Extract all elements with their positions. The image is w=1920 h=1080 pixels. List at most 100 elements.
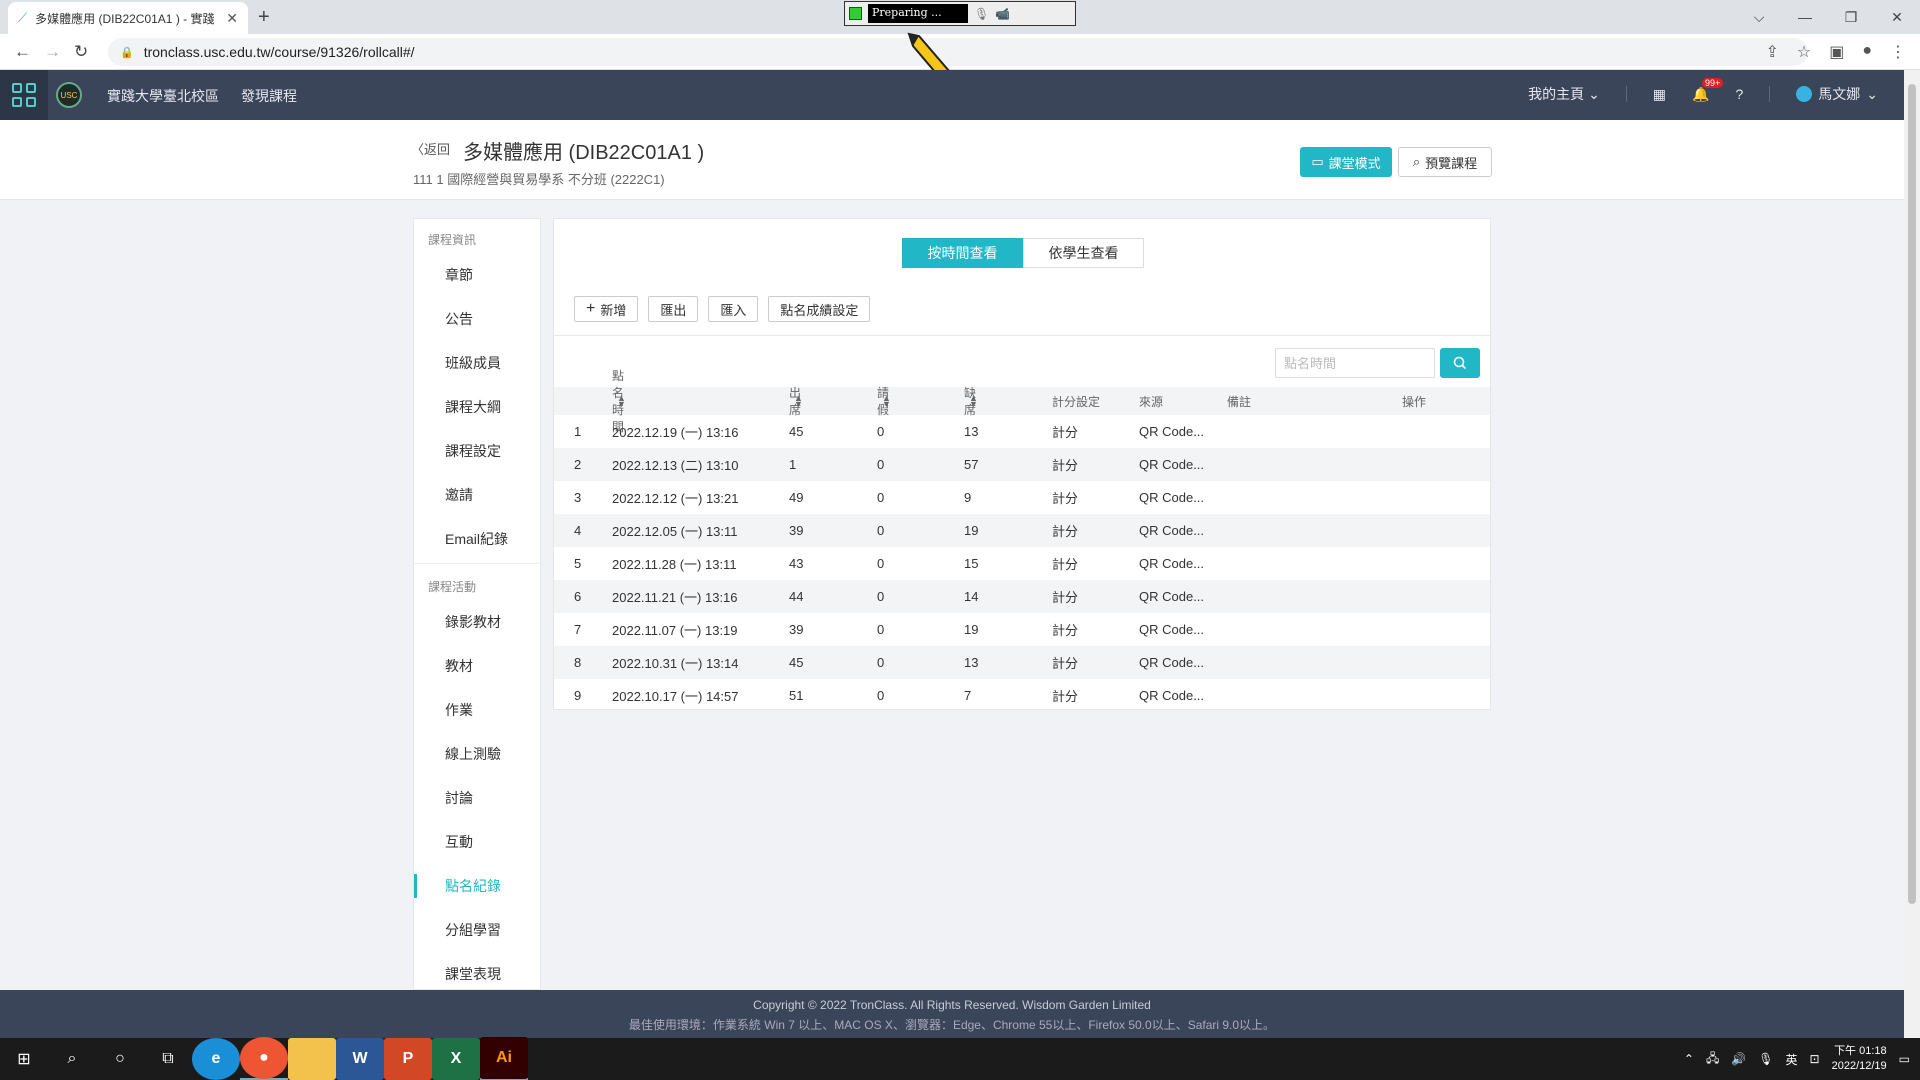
search-icon[interactable]: ⌕	[48, 1038, 96, 1080]
row-leave: 0	[877, 556, 885, 571]
close-window-button[interactable]: ✕	[1874, 0, 1920, 34]
import-button[interactable]: 匯入	[708, 296, 759, 322]
chevron-down-icon: ⌄	[1588, 86, 1600, 102]
export-button[interactable]: 匯出	[648, 296, 699, 322]
microphone-icon[interactable]: 🎙	[1758, 1052, 1773, 1066]
new-tab-button[interactable]: +	[258, 6, 270, 29]
edge-icon[interactable]: e	[192, 1038, 240, 1080]
sidebar-item-chapters[interactable]: 章節	[414, 253, 540, 297]
restore-button[interactable]: ❐	[1828, 0, 1874, 34]
row-absent: 19	[964, 523, 979, 538]
volume-icon[interactable]: 🔊	[1731, 1052, 1746, 1066]
sidebar-item-homework[interactable]: 作業	[414, 688, 540, 732]
table-row[interactable]: 8 2022.10.31 (一) 13:14 45 0 13 計分 QR Code...	[554, 646, 1490, 679]
sidebar-item-online-exam[interactable]: 線上測驗	[414, 732, 540, 776]
system-clock[interactable]: 下午 01:18 2022/12/19	[1832, 1044, 1887, 1074]
notification-center-icon[interactable]: ▭	[1899, 1052, 1910, 1066]
forward-arrow-icon[interactable]: →	[44, 42, 61, 62]
ime-indicator[interactable]: 英	[1786, 1051, 1798, 1068]
tab-by-time[interactable]: 按時間查看	[902, 238, 1023, 268]
profile-icon[interactable]: ●	[1862, 42, 1872, 62]
reload-icon[interactable]: ↻	[74, 42, 88, 62]
score-settings-button[interactable]: 點名成績設定	[768, 296, 871, 322]
windows-start-icon[interactable]: ⊞	[0, 1038, 48, 1080]
browser-tab[interactable]: ⟋ 多媒體應用 (DIB22C01A1 ) - 實踐 ✕	[8, 2, 248, 34]
search-input[interactable]	[1275, 348, 1435, 378]
table-row[interactable]: 9 2022.10.17 (一) 14:57 51 0 7 計分 QR Code...	[554, 679, 1490, 712]
sidebar-item-materials[interactable]: 教材	[414, 644, 540, 688]
nav-campus[interactable]: 實踐大學臺北校區	[107, 86, 219, 106]
microphone-icon[interactable]: 🎙	[974, 7, 989, 21]
camera-icon[interactable]: 📹	[995, 7, 1010, 21]
back-arrow-icon[interactable]: ←	[14, 42, 31, 62]
sidebar-item-videos[interactable]: 錄影教材	[414, 600, 540, 644]
scrollbar-thumb[interactable]	[1908, 84, 1916, 904]
preview-course-button[interactable]: ⌕ 預覽課程	[1398, 147, 1492, 177]
tab-search-icon[interactable]: ⌵	[1736, 0, 1782, 34]
table-row[interactable]: 1 2022.12.19 (一) 13:16 45 0 13 計分 QR Code...	[554, 415, 1490, 448]
school-logo[interactable]: USC	[56, 82, 82, 108]
table-row[interactable]: 5 2022.11.28 (一) 13:11 43 0 15 計分 QR Code...	[554, 547, 1490, 580]
share-icon[interactable]: ⇪	[1765, 42, 1778, 62]
edge-glyph: e	[192, 1038, 240, 1080]
classroom-mode-button[interactable]: ▭ 課堂模式	[1300, 147, 1392, 177]
table-header: 點名時間 ▲ ▼ 出席 ▲ ▼ 請假 ▲ ▼ 缺席 ▲ ▼ 計分設定 來源 備註 操作	[554, 369, 1490, 434]
sidebar-item-email-log[interactable]: Email紀錄	[414, 517, 540, 561]
sidebar-item-performance[interactable]: 課堂表現	[414, 952, 540, 989]
sidebar-item-members[interactable]: 班級成員	[414, 341, 540, 385]
menu-dots-icon[interactable]: ⋮	[1890, 42, 1906, 62]
table-row[interactable]: 3 2022.12.12 (一) 13:21 49 0 9 計分 QR Code...	[554, 481, 1490, 514]
excel-icon[interactable]: X	[432, 1038, 480, 1080]
row-absent: 57	[964, 457, 979, 472]
user-menu[interactable]: 馬文娜 ⌄	[1796, 84, 1878, 104]
chrome-icon[interactable]: ●	[240, 1037, 288, 1080]
illustrator-icon[interactable]: Ai	[480, 1037, 528, 1080]
apps-menu-button[interactable]	[0, 70, 48, 120]
table-row[interactable]: 2 2022.12.13 (二) 13:10 1 0 57 計分 QR Code...	[554, 448, 1490, 481]
row-attend: 39	[789, 523, 804, 538]
copyright-text: Copyright © 2022 TronClass. All Rights R…	[753, 998, 1151, 1012]
row-score-setting: 計分	[1052, 557, 1079, 572]
bookmark-star-icon[interactable]: ☆	[1797, 42, 1811, 62]
network-icon[interactable]: 🖧	[1706, 1049, 1719, 1070]
sidebar-item-announcements[interactable]: 公告	[414, 297, 540, 341]
sidebar-item-settings[interactable]: 課程設定	[414, 429, 540, 473]
nav-discover-courses[interactable]: 發現課程	[241, 86, 297, 106]
file-explorer-icon[interactable]	[288, 1038, 336, 1080]
back-link[interactable]: 〈返回	[411, 139, 450, 158]
my-home-dropdown[interactable]: 我的主頁 ⌄	[1528, 84, 1600, 104]
table-row[interactable]: 7 2022.11.07 (一) 13:19 39 0 19 計分 QR Code...	[554, 613, 1490, 646]
side-panel-icon[interactable]: ▣	[1829, 42, 1844, 62]
sidebar-item-interaction[interactable]: 互動	[414, 820, 540, 864]
powerpoint-icon[interactable]: P	[384, 1038, 432, 1080]
add-button[interactable]: + 新增	[574, 296, 639, 322]
table-row[interactable]: 4 2022.12.05 (一) 13:11 39 0 19 計分 QR Code...	[554, 514, 1490, 547]
sidebar-section-activities: 課程活動	[428, 580, 477, 594]
course-sidebar: 課程資訊 章節 公告 班級成員 課程大綱 課程設定 邀請 Email紀錄 課程活…	[413, 218, 541, 990]
search-icon	[1453, 356, 1467, 370]
calendar-icon[interactable]: ▦	[1653, 86, 1666, 103]
sidebar-item-syllabus[interactable]: 課程大綱	[414, 385, 540, 429]
sidebar-item-rollcall[interactable]: 點名紀錄	[414, 864, 540, 908]
row-time: 2022.12.19 (一) 13:16	[612, 425, 739, 440]
tab-by-student[interactable]: 依學生查看	[1023, 238, 1144, 268]
ime-mode-icon[interactable]: ⊡	[1810, 1052, 1820, 1066]
sidebar-item-discussion[interactable]: 討論	[414, 776, 540, 820]
task-view-icon[interactable]: ⧉	[144, 1038, 192, 1080]
tab-close-icon[interactable]: ✕	[226, 10, 238, 27]
row-leave: 0	[877, 490, 885, 505]
chevron-up-icon[interactable]: ⌃	[1684, 1052, 1694, 1066]
folder-glyph	[288, 1038, 336, 1080]
help-icon[interactable]: ?	[1735, 86, 1743, 102]
notification-bell-icon[interactable]: 🔔 99+	[1692, 77, 1724, 103]
sidebar-item-group-learning[interactable]: 分組學習	[414, 908, 540, 952]
search-button[interactable]	[1440, 348, 1480, 378]
page-scrollbar[interactable]	[1904, 70, 1920, 1038]
chat-icon: ▭	[1311, 154, 1324, 169]
word-icon[interactable]: W	[336, 1038, 384, 1080]
sidebar-item-invite[interactable]: 邀請	[414, 473, 540, 517]
table-row[interactable]: 6 2022.11.21 (一) 13:16 44 0 14 計分 QR Code...	[554, 580, 1490, 613]
course-subtitle: 111 1 國際經營與貿易學系 不分班 (2222C1)	[413, 172, 665, 187]
cortana-icon[interactable]: ○	[96, 1038, 144, 1080]
minimize-button[interactable]: —	[1782, 0, 1828, 34]
